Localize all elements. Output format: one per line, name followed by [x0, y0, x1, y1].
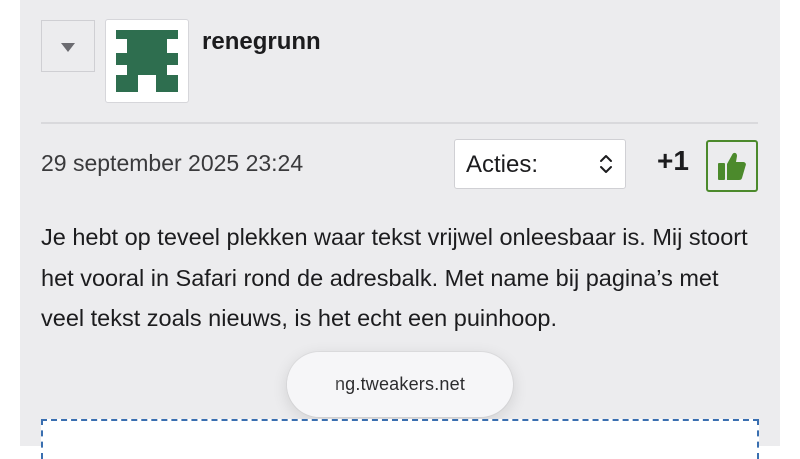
address-bar[interactable]: ng.tweakers.net	[287, 352, 513, 417]
identicon-avatar	[116, 30, 178, 92]
username[interactable]: renegrunn	[202, 28, 321, 56]
score-count: +1	[657, 145, 689, 176]
chevron-down-icon	[61, 43, 75, 52]
comment-body: Je hebt op teveel plekken waar tekst vri…	[41, 224, 748, 331]
thumbs-up-icon	[718, 152, 746, 180]
actions-select[interactable]: Acties:	[454, 139, 626, 189]
address-bar-url: ng.tweakers.net	[334, 374, 466, 394]
actions-select-label: Acties:	[466, 151, 539, 178]
ad-placeholder	[41, 419, 759, 459]
up-down-chevron-icon	[600, 155, 612, 173]
divider	[41, 122, 758, 124]
like-button[interactable]	[706, 140, 758, 192]
post-timestamp: 29 september 2025 23:24	[41, 150, 304, 176]
url-fade	[287, 352, 347, 417]
collapse-button[interactable]	[41, 20, 95, 72]
avatar[interactable]	[105, 19, 189, 103]
